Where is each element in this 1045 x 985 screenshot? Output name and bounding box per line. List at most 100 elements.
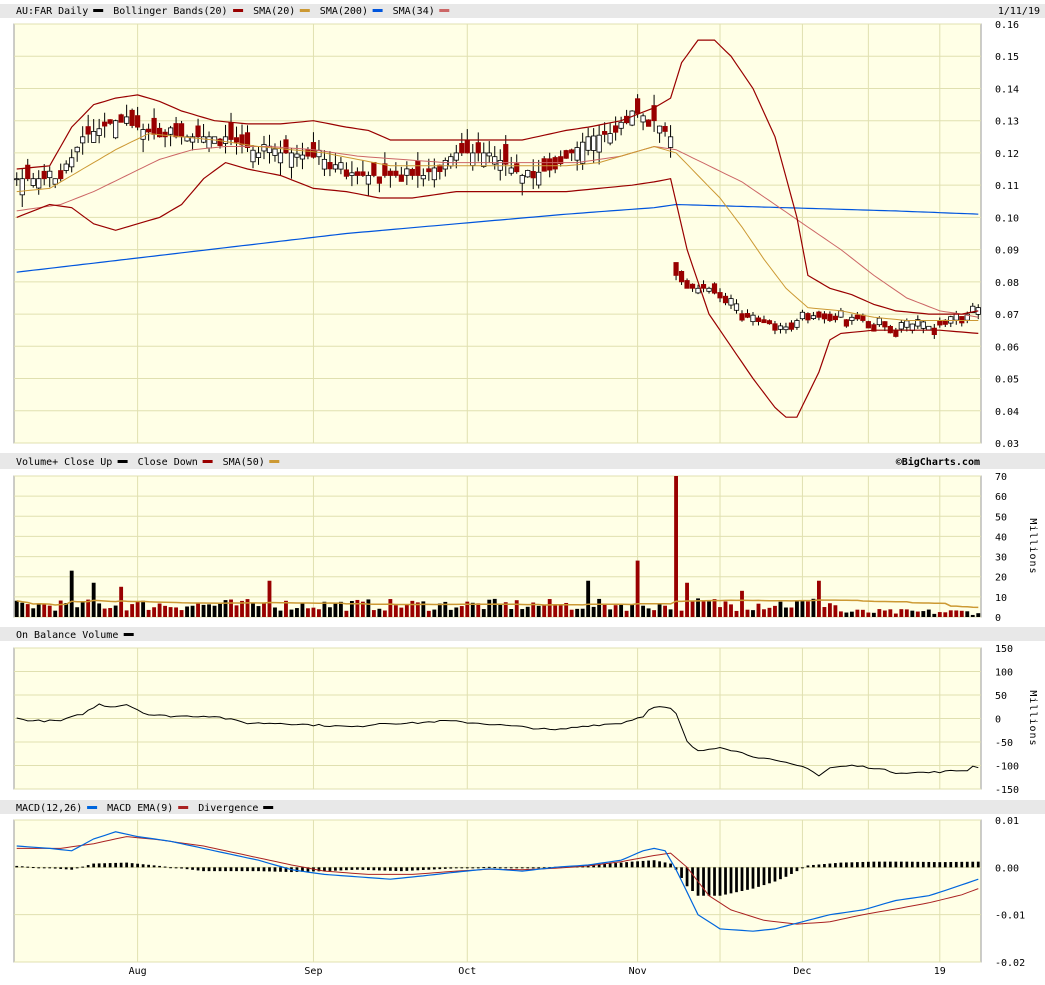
price-y-tick-label: 0.08 bbox=[995, 278, 1019, 289]
volume-bar bbox=[498, 603, 503, 617]
candle-body bbox=[607, 133, 613, 144]
volume-bar bbox=[295, 608, 299, 617]
candle-body bbox=[486, 152, 492, 157]
volume-bar bbox=[536, 605, 541, 617]
price-panel: 0.16 0.15 0.14 0.13 0.12 0.11 0.10 0.09 0.08 0.07… bbox=[0, 4, 1045, 450]
volume-bar bbox=[784, 607, 788, 617]
candle-body bbox=[937, 320, 943, 326]
divergence-bar bbox=[443, 867, 447, 869]
volume-bar bbox=[146, 609, 151, 617]
chart-credit: ©BigCharts.com bbox=[896, 456, 980, 468]
candle-body bbox=[376, 176, 382, 184]
volume-bar bbox=[163, 605, 168, 617]
divergence-bar bbox=[713, 867, 716, 896]
divergence-bar bbox=[20, 866, 24, 868]
divergence-bar bbox=[504, 867, 508, 869]
macd-y-tick-label: 0.01 bbox=[995, 816, 1019, 827]
divergence-bar bbox=[119, 862, 123, 868]
candle-body bbox=[261, 144, 267, 152]
volume-y-tick-label: 0 bbox=[995, 613, 1001, 624]
volume-y-tick-label: 30 bbox=[995, 553, 1007, 564]
divergence-bar bbox=[790, 867, 793, 874]
volume-bar bbox=[718, 607, 722, 617]
candle-body bbox=[36, 178, 42, 189]
volume-bar bbox=[965, 611, 970, 617]
divergence-bar bbox=[438, 867, 442, 870]
volume-bar bbox=[108, 608, 113, 617]
volume-bar bbox=[547, 599, 552, 617]
divergence-bar bbox=[125, 862, 129, 868]
volume-bar bbox=[844, 612, 849, 617]
volume-bar bbox=[20, 602, 25, 617]
candle-body bbox=[63, 163, 69, 171]
candle-body bbox=[591, 135, 597, 151]
volume-bar bbox=[827, 603, 832, 617]
volume-bar bbox=[773, 605, 777, 617]
volume-bar bbox=[36, 603, 41, 617]
volume-bar bbox=[767, 607, 772, 617]
volume-bar bbox=[910, 610, 915, 617]
candle-body bbox=[140, 129, 146, 140]
obv-y-tick-label: 50 bbox=[995, 691, 1007, 702]
divergence-bar bbox=[685, 867, 689, 887]
candle-body bbox=[667, 136, 674, 148]
volume-bar bbox=[448, 609, 453, 617]
candle-body bbox=[481, 152, 487, 167]
volume-y-axis-label: Millions bbox=[1027, 518, 1038, 574]
volume-bar bbox=[338, 601, 343, 617]
x-tick-label: Nov bbox=[629, 966, 647, 977]
divergence-bar bbox=[938, 862, 942, 868]
volume-y-tick-label: 20 bbox=[995, 573, 1007, 584]
divergence-bar bbox=[812, 864, 815, 868]
volume-bar bbox=[624, 610, 629, 617]
divergence-bar bbox=[471, 867, 475, 869]
candle-body bbox=[700, 284, 707, 289]
divergence-bar bbox=[932, 862, 936, 868]
candle-body bbox=[514, 163, 520, 173]
price-y-tick-label: 0.15 bbox=[995, 52, 1019, 63]
volume-bar bbox=[42, 604, 47, 617]
volume-bar bbox=[553, 605, 558, 617]
volume-bar bbox=[256, 606, 261, 617]
divergence-bar bbox=[180, 867, 183, 869]
macd-y-tick-label: -0.02 bbox=[995, 958, 1025, 969]
candle-body bbox=[508, 167, 514, 174]
candle-body bbox=[464, 140, 470, 154]
volume-bar bbox=[113, 605, 118, 617]
volume-bar bbox=[663, 605, 667, 617]
candle-body bbox=[843, 319, 849, 327]
price-y-tick-label: 0.09 bbox=[995, 246, 1019, 257]
divergence-bar bbox=[350, 867, 354, 870]
volume-bar bbox=[179, 610, 184, 617]
volume-bar bbox=[580, 608, 585, 617]
volume-bar bbox=[849, 611, 854, 617]
macd-panel: 0.01 0.00 -0.01 -0.02 bbox=[0, 800, 1045, 969]
volume-bar bbox=[740, 590, 744, 617]
volume-bar bbox=[800, 600, 805, 617]
volume-bar bbox=[53, 610, 58, 617]
divergence-bar bbox=[235, 867, 238, 872]
x-tick-label: Aug bbox=[129, 966, 147, 977]
divergence-bar bbox=[70, 867, 74, 870]
divergence-bar bbox=[460, 867, 464, 869]
candle-body bbox=[14, 178, 20, 181]
price-y-tick-label: 0.04 bbox=[995, 407, 1019, 418]
candle-body bbox=[827, 313, 833, 321]
divergence-bar bbox=[383, 867, 387, 871]
divergence-bar bbox=[520, 867, 524, 869]
candle-body bbox=[233, 137, 240, 143]
candle-body bbox=[420, 175, 426, 180]
volume-bar bbox=[806, 601, 810, 617]
candle-body bbox=[157, 127, 163, 138]
volume-bar bbox=[267, 580, 272, 617]
divergence-bar bbox=[828, 863, 832, 868]
volume-bar bbox=[64, 603, 69, 617]
obv-y-tick-label: 150 bbox=[995, 644, 1013, 655]
volume-bar bbox=[860, 609, 865, 617]
divergence-bar bbox=[97, 863, 101, 868]
volume-bar bbox=[306, 608, 310, 617]
candle-body bbox=[250, 149, 256, 163]
candle-body bbox=[580, 141, 586, 164]
candle-body bbox=[442, 160, 448, 170]
volume-bar bbox=[855, 609, 860, 617]
